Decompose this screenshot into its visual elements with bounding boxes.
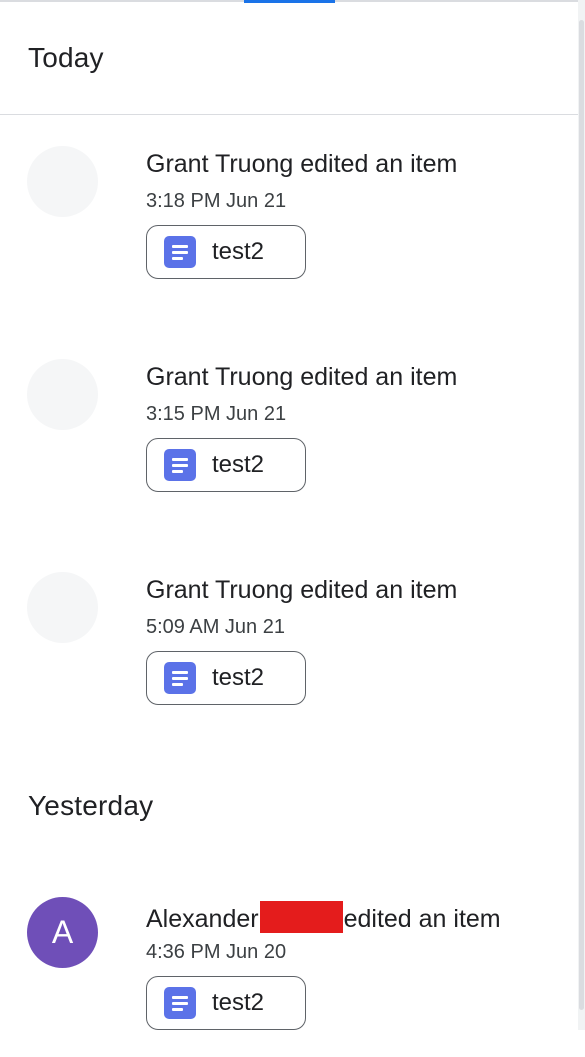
active-tab-indicator bbox=[244, 0, 335, 3]
activity-item: Grant Truong edited an item 5:09 AM Jun … bbox=[0, 572, 578, 732]
activity-item: Grant Truong edited an item 3:18 PM Jun … bbox=[0, 146, 578, 306]
activity-time: 3:15 PM Jun 21 bbox=[146, 403, 287, 425]
activity-time: 3:18 PM Jun 21 bbox=[146, 190, 287, 212]
activity-headline: Alexander edited an item bbox=[146, 901, 501, 934]
avatar[interactable]: A bbox=[27, 897, 98, 968]
avatar[interactable] bbox=[27, 359, 98, 430]
activity-item: Grant Truong edited an item 3:15 PM Jun … bbox=[0, 359, 578, 519]
scrollbar[interactable] bbox=[578, 0, 585, 1030]
avatar[interactable] bbox=[27, 146, 98, 217]
avatar[interactable] bbox=[27, 572, 98, 643]
google-docs-icon bbox=[164, 236, 196, 268]
section-header-today: Today bbox=[28, 42, 104, 73]
activity-time: 4:36 PM Jun 20 bbox=[146, 941, 287, 963]
file-chip[interactable]: test2 bbox=[146, 438, 306, 492]
file-chip[interactable]: test2 bbox=[146, 651, 306, 705]
file-name: test2 bbox=[212, 989, 265, 1016]
file-name: test2 bbox=[212, 238, 265, 265]
section-divider bbox=[0, 114, 578, 115]
file-chip[interactable]: test2 bbox=[146, 976, 306, 1030]
activity-item: A Alexander edited an item 4:36 PM Jun 20… bbox=[0, 897, 578, 1057]
activity-headline: Grant Truong edited an item bbox=[146, 576, 458, 604]
activity-time: 5:09 AM Jun 21 bbox=[146, 616, 285, 638]
scrollbar-thumb[interactable] bbox=[579, 20, 584, 1010]
redaction-block bbox=[259, 901, 343, 933]
section-header-yesterday: Yesterday bbox=[28, 790, 154, 821]
activity-action: edited an item bbox=[343, 905, 501, 933]
activity-headline: Grant Truong edited an item bbox=[146, 150, 458, 178]
file-name: test2 bbox=[212, 451, 265, 478]
activity-headline: Grant Truong edited an item bbox=[146, 363, 458, 391]
google-docs-icon bbox=[164, 449, 196, 481]
file-name: test2 bbox=[212, 664, 265, 691]
file-chip[interactable]: test2 bbox=[146, 225, 306, 279]
google-docs-icon bbox=[164, 987, 196, 1019]
actor-name: Alexander bbox=[146, 905, 259, 933]
google-docs-icon bbox=[164, 662, 196, 694]
